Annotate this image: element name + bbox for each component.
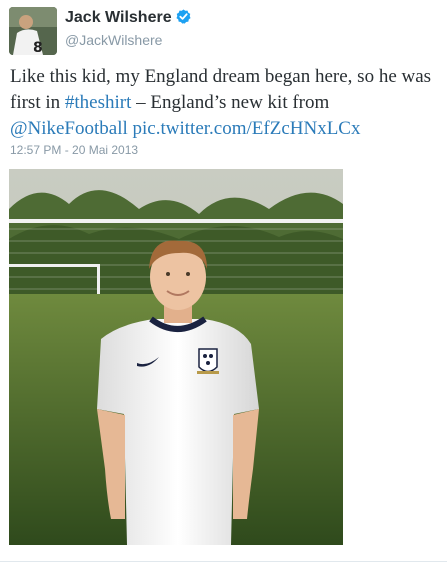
verified-badge-icon bbox=[176, 9, 191, 24]
tweet-text: Like this kid, my England dream began he… bbox=[10, 64, 440, 142]
user-name[interactable]: Jack Wilshere bbox=[65, 9, 172, 26]
tweet-timestamp[interactable]: 12:57 PM - 20 Mai 2013 bbox=[10, 143, 138, 157]
mention-link[interactable]: @NikeFootball bbox=[10, 118, 128, 139]
avatar-image: 8 bbox=[9, 7, 57, 55]
photo-image bbox=[9, 169, 343, 545]
tweet-photo[interactable] bbox=[9, 169, 343, 545]
tweet-text-part2: – England’s new kit from bbox=[131, 92, 330, 113]
svg-text:8: 8 bbox=[33, 40, 43, 55]
user-handle[interactable]: @JackWilshere bbox=[65, 32, 162, 48]
divider bbox=[0, 561, 447, 562]
hashtag-link[interactable]: #theshirt bbox=[65, 92, 132, 113]
avatar[interactable]: 8 bbox=[9, 7, 57, 55]
user-name-row[interactable]: Jack Wilshere bbox=[65, 9, 191, 27]
pic-link[interactable]: pic.twitter.com/EfZcHNxLCx bbox=[133, 118, 361, 139]
tweet: 8 Jack Wilshere @JackWilshere Like this … bbox=[0, 0, 447, 566]
